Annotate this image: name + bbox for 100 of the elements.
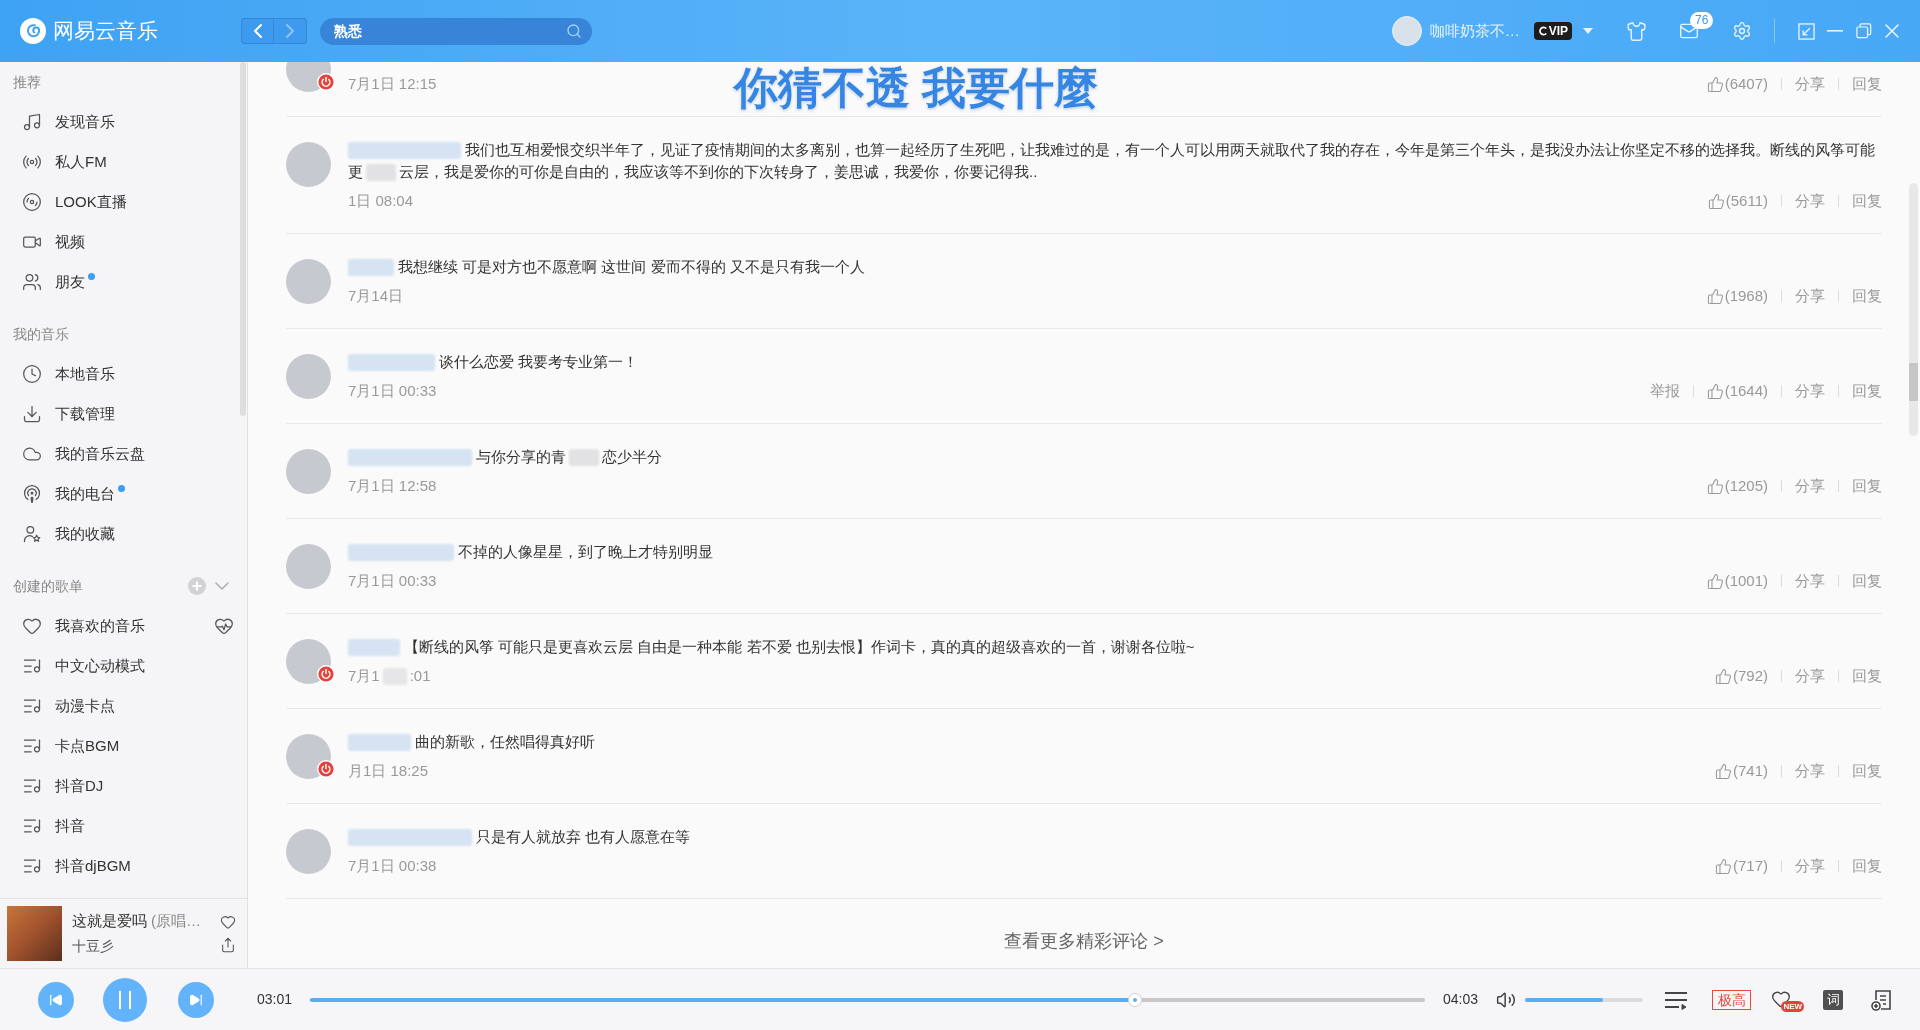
restore-icon[interactable] — [1856, 23, 1872, 39]
share-icon[interactable] — [220, 937, 236, 953]
reply-link[interactable]: 回复 — [1852, 664, 1882, 688]
like-button[interactable]: (1001) — [1706, 569, 1768, 593]
chevron-right-icon — [286, 24, 294, 38]
search-field[interactable]: 熟悉 — [320, 17, 592, 45]
volume-slider[interactable] — [1525, 997, 1644, 1002]
plus-icon[interactable] — [188, 577, 206, 595]
minimize-icon[interactable] — [1827, 30, 1843, 32]
sidebar-item[interactable]: 抖音DJ — [0, 766, 238, 806]
mini-mode-icon[interactable] — [1798, 22, 1815, 40]
music-note-icon — [22, 112, 42, 132]
previous-button[interactable] — [38, 981, 74, 1018]
blurred-username[interactable] — [348, 543, 454, 561]
next-button[interactable] — [178, 981, 214, 1018]
sidebar-item[interactable]: 朋友 — [0, 262, 238, 302]
more-comments-link[interactable]: 查看更多精彩评论 > — [1004, 930, 1164, 952]
shirt-icon[interactable] — [1626, 20, 1647, 42]
sidebar-item[interactable]: 私人FM — [0, 142, 238, 182]
sidebar-item[interactable]: 视频 — [0, 222, 238, 262]
new-label: NEW — [1781, 1000, 1805, 1012]
sidebar-item[interactable]: 发现音乐 — [0, 102, 238, 142]
like-button[interactable]: (1968) — [1706, 284, 1768, 308]
sidebar-item[interactable]: 我的电台 — [0, 474, 238, 514]
avatar-placeholder[interactable] — [286, 259, 331, 304]
artist-name[interactable]: 十豆彡 — [72, 936, 114, 958]
blurred-username[interactable] — [348, 733, 411, 751]
document-plus-icon[interactable] — [1869, 987, 1894, 1012]
song-title[interactable]: 这就是爱吗 — [72, 909, 147, 933]
avatar-placeholder[interactable] — [286, 829, 331, 874]
share-link[interactable]: 分享 — [1795, 189, 1825, 213]
chevron-down-icon[interactable] — [215, 582, 229, 590]
heart-button[interactable]: NEW — [1771, 987, 1805, 1012]
like-button[interactable]: (5611) — [1707, 189, 1768, 213]
share-link[interactable]: 分享 — [1795, 664, 1825, 688]
thumbs-up-icon — [1714, 762, 1732, 780]
like-button[interactable]: (792) — [1714, 664, 1768, 688]
caret-down-icon[interactable] — [1583, 28, 1593, 34]
reply-link[interactable]: 回复 — [1852, 72, 1882, 96]
reply-link[interactable]: 回复 — [1852, 379, 1882, 403]
progress-slider[interactable] — [310, 992, 1426, 1007]
avatar-placeholder[interactable] — [286, 449, 331, 494]
like-button[interactable]: (741) — [1714, 759, 1768, 783]
sidebar-item[interactable]: 抖音djBGM — [0, 846, 238, 886]
blurred-username[interactable] — [348, 353, 435, 371]
reply-link[interactable]: 回复 — [1852, 854, 1882, 878]
reply-link[interactable]: 回复 — [1852, 474, 1882, 498]
reply-link[interactable]: 回复 — [1852, 759, 1882, 783]
like-button[interactable]: (1205) — [1706, 474, 1768, 498]
vip-button[interactable]: VIP — [1533, 22, 1572, 40]
sidebar-item[interactable]: 本地音乐 — [0, 354, 238, 394]
scrollbar-thumb[interactable] — [1909, 183, 1918, 436]
pause-button[interactable] — [103, 977, 147, 1022]
sidebar-item[interactable]: 我的收藏 — [0, 514, 238, 554]
username-link[interactable]: 咖啡奶茶不… — [1429, 19, 1520, 43]
total-time: 04:03 — [1443, 990, 1479, 1009]
comment-time: 7月1日 00:33 — [348, 570, 437, 591]
avatar-placeholder[interactable] — [286, 544, 331, 589]
avatar-placeholder[interactable] — [286, 354, 331, 399]
heartbeat-icon[interactable] — [212, 616, 236, 636]
progress-thumb[interactable] — [1128, 992, 1143, 1007]
album-cover-placeholder[interactable] — [7, 906, 62, 961]
like-button[interactable]: (1644) — [1706, 379, 1768, 403]
like-button[interactable]: (717) — [1714, 854, 1768, 878]
share-link[interactable]: 分享 — [1795, 72, 1825, 96]
sidebar-item[interactable]: 中文心动模式 — [0, 646, 238, 686]
sidebar-item[interactable]: 我的音乐云盘 — [0, 434, 238, 474]
avatar-placeholder[interactable] — [286, 142, 331, 187]
sidebar-item[interactable]: 动漫卡点 — [0, 686, 238, 726]
report-link[interactable]: 举报 — [1649, 379, 1680, 403]
share-link[interactable]: 分享 — [1795, 854, 1825, 878]
heart-icon[interactable] — [220, 914, 236, 930]
blurred-username[interactable] — [348, 638, 400, 656]
blurred-username[interactable] — [348, 258, 394, 276]
sidebar-item[interactable]: 我喜欢的音乐 — [0, 606, 238, 646]
avatar-placeholder[interactable] — [1391, 16, 1422, 46]
sidebar-item[interactable]: 下载管理 — [0, 394, 238, 434]
share-link[interactable]: 分享 — [1795, 284, 1825, 308]
reply-link[interactable]: 回复 — [1852, 189, 1882, 213]
close-icon[interactable] — [1885, 24, 1899, 38]
search-icon[interactable] — [566, 23, 582, 39]
blurred-username[interactable] — [348, 828, 472, 846]
logo-icon[interactable] — [20, 18, 46, 44]
sidebar-item[interactable]: LOOK直播 — [0, 182, 238, 222]
settings-icon[interactable] — [1732, 21, 1752, 41]
blurred-username[interactable] — [348, 448, 472, 466]
scrollbar-thumb[interactable] — [240, 62, 246, 416]
reply-link[interactable]: 回复 — [1852, 284, 1882, 308]
reply-link[interactable]: 回复 — [1852, 569, 1882, 593]
share-link[interactable]: 分享 — [1795, 474, 1825, 498]
sidebar-item[interactable]: 抖音 — [0, 806, 238, 846]
share-link[interactable]: 分享 — [1795, 379, 1825, 403]
blurred-username[interactable] — [348, 141, 461, 159]
playlist-icon[interactable] — [1664, 989, 1689, 1010]
quality-button[interactable]: 极高 — [1712, 989, 1752, 1010]
like-button[interactable]: (6407) — [1706, 72, 1768, 96]
lyrics-button[interactable]: 词 — [1823, 989, 1844, 1010]
share-link[interactable]: 分享 — [1795, 569, 1825, 593]
share-link[interactable]: 分享 — [1795, 759, 1825, 783]
sidebar-item[interactable]: 卡点BGM — [0, 726, 238, 766]
